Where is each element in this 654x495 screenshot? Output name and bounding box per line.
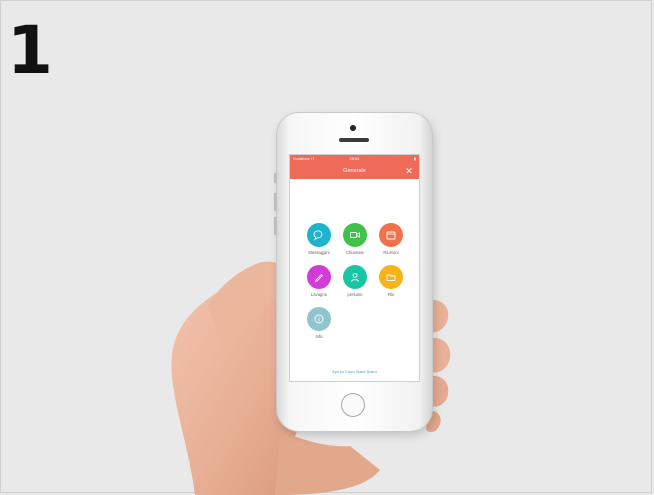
- video-camera-icon: [343, 223, 367, 247]
- status-bar: Vodafone IT 09:54 ▮: [290, 155, 419, 163]
- open-on-spark-board-link[interactable]: Apri su Cisco Spark Board: [290, 370, 419, 374]
- home-button[interactable]: [341, 393, 365, 417]
- mute-switch: [274, 173, 277, 183]
- menu-item-lavagne[interactable]: Lavagne: [302, 265, 336, 297]
- info-icon: [307, 307, 331, 331]
- menu-label: File: [387, 292, 395, 297]
- menu-label: persone: [347, 292, 363, 297]
- menu-item-file[interactable]: File: [374, 265, 408, 297]
- person-icon: [343, 265, 367, 289]
- earpiece-speaker: [339, 138, 369, 142]
- menu-label: Lavagne: [310, 292, 328, 297]
- status-time: 09:54: [349, 156, 360, 161]
- battery-icon: ▮: [413, 156, 416, 161]
- calendar-icon: [379, 223, 403, 247]
- menu-item-riunioni[interactable]: Riunioni: [374, 223, 408, 255]
- pencil-icon: [307, 265, 331, 289]
- menu-label: Info: [315, 334, 323, 339]
- menu-label: Riunioni: [383, 250, 399, 255]
- volume-up-button: [274, 193, 277, 211]
- header-title: Generale: [343, 168, 366, 174]
- smartphone: Vodafone IT 09:54 ▮ Generale ✕ Messaggin…: [274, 113, 432, 431]
- menu-item-info[interactable]: Info: [302, 307, 336, 339]
- app-header: Generale ✕: [290, 163, 419, 179]
- close-icon[interactable]: ✕: [403, 165, 415, 177]
- phone-screen: Vodafone IT 09:54 ▮ Generale ✕ Messaggin…: [289, 154, 420, 382]
- front-camera: [350, 125, 356, 131]
- menu-label: Messaggini: [308, 250, 330, 255]
- menu-label: Chiamate: [346, 250, 364, 255]
- chat-bubble-icon: [307, 223, 331, 247]
- menu-item-messaggini[interactable]: Messaggini: [302, 223, 336, 255]
- volume-down-button: [274, 217, 277, 235]
- folder-icon: [379, 265, 403, 289]
- menu-item-persone[interactable]: persone: [338, 265, 372, 297]
- menu-item-chiamate[interactable]: Chiamate: [338, 223, 372, 255]
